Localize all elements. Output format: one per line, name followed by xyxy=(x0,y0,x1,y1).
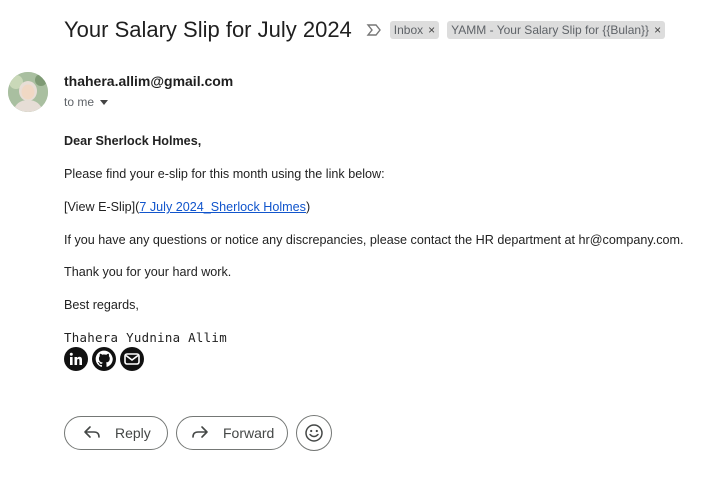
github-icon[interactable] xyxy=(92,347,116,371)
label-chip-inbox[interactable]: Inbox × xyxy=(389,21,440,39)
sender-email[interactable]: thahera.allim@gmail.com xyxy=(64,73,233,89)
body-line-contact: If you have any questions or notice any … xyxy=(64,233,684,247)
recipient-details-caret-icon[interactable] xyxy=(100,99,109,105)
remove-label-icon[interactable]: × xyxy=(428,23,435,37)
forward-button[interactable]: Forward xyxy=(176,416,288,450)
reply-button[interactable]: Reply xyxy=(64,416,168,450)
label-chip-yamm[interactable]: YAMM - Your Salary Slip for {{Bulan}} × xyxy=(447,21,666,39)
remove-label-icon[interactable]: × xyxy=(654,23,661,37)
recipient-text: to me xyxy=(64,95,95,109)
link-suffix: ) xyxy=(305,200,311,214)
label-chip-text: YAMM - Your Salary Slip for {{Bulan}} xyxy=(451,23,650,37)
subject-row: Your Salary Slip for July 2024 Inbox × Y… xyxy=(64,14,666,46)
forward-label: Forward xyxy=(223,425,275,441)
email-icon[interactable] xyxy=(120,347,144,371)
email-subject: Your Salary Slip for July 2024 xyxy=(64,17,352,42)
link-prefix: [View E-Slip]( xyxy=(64,200,140,214)
reply-label: Reply xyxy=(115,425,151,441)
smiley-icon xyxy=(305,424,323,442)
recipient-line[interactable]: to me xyxy=(64,95,109,109)
reply-icon xyxy=(83,425,101,442)
linkedin-icon[interactable] xyxy=(64,347,88,371)
signature-social-icons xyxy=(64,347,144,371)
body-line-regards: Best regards, xyxy=(64,298,139,312)
forward-icon xyxy=(191,425,209,442)
eslip-link[interactable]: 7 July 2024_Sherlock Holmes xyxy=(139,200,306,214)
signature-name: Thahera Yudnina Allim xyxy=(64,330,227,345)
greeting: Dear Sherlock Holmes, xyxy=(64,134,202,148)
sender-avatar[interactable] xyxy=(8,72,48,112)
body-line-link: [View E-Slip](7 July 2024_Sherlock Holme… xyxy=(64,200,310,214)
message-actions: Reply Forward xyxy=(64,415,332,451)
importance-marker-icon[interactable] xyxy=(366,22,382,38)
emoji-reaction-button[interactable] xyxy=(296,415,332,451)
body-line-thanks: Thank you for your hard work. xyxy=(64,265,232,279)
label-chip-text: Inbox xyxy=(393,23,424,37)
body-line-instruction: Please find your e-slip for this month u… xyxy=(64,167,385,181)
